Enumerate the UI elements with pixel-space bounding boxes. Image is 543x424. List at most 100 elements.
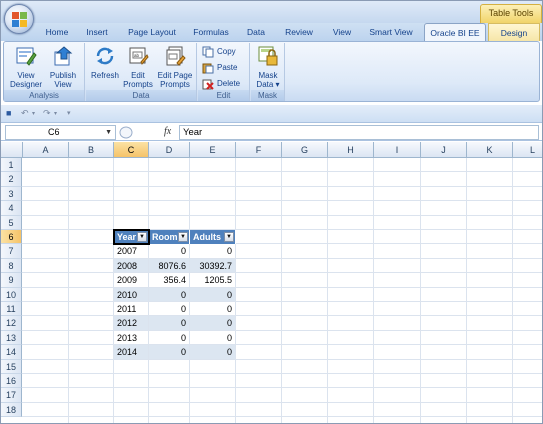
row-header-15[interactable]: 15 bbox=[1, 360, 22, 374]
column-header-c[interactable]: C bbox=[114, 142, 149, 158]
table-header-room[interactable]: Room ▼ bbox=[149, 230, 190, 244]
name-box-dropdown-icon[interactable]: ▼ bbox=[105, 126, 112, 139]
copy-button[interactable]: Copy bbox=[202, 45, 236, 59]
column-header-g[interactable]: G bbox=[282, 142, 328, 158]
table-cell-adults[interactable]: 0 bbox=[190, 331, 235, 344]
table-cell-year[interactable]: 2013 bbox=[114, 331, 148, 344]
table-cell-year[interactable]: 2008 bbox=[114, 259, 148, 272]
table-cell-adults[interactable]: 0 bbox=[190, 345, 235, 359]
name-box[interactable]: C6 ▼ bbox=[5, 125, 116, 140]
table-header-year[interactable]: Year ▼ bbox=[114, 230, 149, 244]
column-header-i[interactable]: I bbox=[374, 142, 421, 158]
row-header-12[interactable]: 12 bbox=[1, 316, 22, 331]
table-cell-room[interactable]: 0 bbox=[149, 316, 189, 330]
table-cell-year[interactable]: 2007 bbox=[114, 244, 148, 258]
tab-formulas[interactable]: Formulas bbox=[191, 23, 231, 41]
undo-dropdown-icon[interactable]: ▾ bbox=[32, 110, 35, 117]
table-cell-adults[interactable]: 0 bbox=[190, 288, 235, 301]
customize-toolbar-icon[interactable]: ▾ bbox=[67, 109, 71, 117]
row-header-13[interactable]: 13 bbox=[1, 331, 22, 345]
formula-bar: C6 ▼ fx Year bbox=[1, 124, 542, 141]
table-cell-room[interactable]: 0 bbox=[149, 302, 189, 315]
row-header-1[interactable]: 1 bbox=[1, 158, 22, 172]
tab-design[interactable]: Design bbox=[488, 23, 540, 41]
table-header-adults[interactable]: Adults ▼ bbox=[190, 230, 236, 244]
save-icon[interactable]: ■ bbox=[6, 108, 11, 118]
table-cell-adults[interactable]: 0 bbox=[190, 316, 235, 330]
edit-page-prompts-button[interactable]: Edit Page Prompts bbox=[156, 45, 194, 89]
row-gridline bbox=[22, 229, 542, 230]
table-cell-year[interactable]: 2011 bbox=[114, 302, 148, 315]
worksheet-grid[interactable]: ABCDEFGHIJKL 1 2 3 4 5 6 7 8 9 10 11 12 13 14 15 16 17 18… bbox=[1, 142, 542, 423]
column-header-e[interactable]: E bbox=[190, 142, 236, 158]
table-cell-year[interactable]: 2012 bbox=[114, 316, 148, 330]
column-header-d[interactable]: D bbox=[149, 142, 190, 158]
row-header-5[interactable]: 5 bbox=[1, 216, 22, 230]
tab-oracle-bi-ee[interactable]: Oracle BI EE bbox=[424, 23, 486, 42]
redo-icon[interactable]: ↷ bbox=[43, 108, 51, 119]
delete-button[interactable]: Delete bbox=[202, 77, 240, 91]
row-header-6[interactable]: 6 bbox=[1, 230, 22, 244]
column-header-j[interactable]: J bbox=[421, 142, 467, 158]
filter-dropdown-icon[interactable]: ▼ bbox=[137, 232, 147, 242]
row-header-4[interactable]: 4 bbox=[1, 201, 22, 216]
row-header-14[interactable]: 14 bbox=[1, 345, 22, 360]
tab-insert[interactable]: Insert bbox=[81, 23, 113, 41]
filter-dropdown-icon[interactable]: ▼ bbox=[178, 232, 188, 242]
column-header-h[interactable]: H bbox=[328, 142, 374, 158]
table-cell-year[interactable]: 2009 bbox=[114, 273, 148, 287]
tab-review[interactable]: Review bbox=[281, 23, 317, 41]
collapse-handle-icon[interactable] bbox=[119, 126, 133, 139]
undo-icon[interactable]: ↶ bbox=[21, 108, 29, 119]
publish-view-button[interactable]: Publish View bbox=[45, 45, 81, 89]
table-cell-room[interactable]: 0 bbox=[149, 331, 189, 344]
table-cell-room[interactable]: 8076.6 bbox=[149, 259, 189, 272]
row-header-16[interactable]: 16 bbox=[1, 374, 22, 388]
edit-prompts-button[interactable]: ab Edit Prompts bbox=[122, 45, 154, 89]
redo-dropdown-icon[interactable]: ▾ bbox=[54, 110, 57, 117]
tab-data[interactable]: Data bbox=[244, 23, 268, 41]
insert-function-button[interactable]: fx bbox=[164, 126, 171, 137]
row-header-9[interactable]: 9 bbox=[1, 273, 22, 288]
select-all-corner[interactable] bbox=[1, 142, 23, 158]
refresh-button[interactable]: Refresh bbox=[89, 45, 121, 80]
table-cell-adults[interactable]: 1205.5 bbox=[190, 273, 235, 287]
column-header-a[interactable]: A bbox=[23, 142, 69, 158]
table-cell-room[interactable]: 0 bbox=[149, 345, 189, 359]
row-header-8[interactable]: 8 bbox=[1, 259, 22, 273]
column-header-l[interactable]: L bbox=[513, 142, 542, 158]
row-header-18[interactable]: 18 bbox=[1, 403, 22, 417]
table-cell-room[interactable]: 356.4 bbox=[149, 273, 189, 287]
table-cell-room[interactable]: 0 bbox=[149, 288, 189, 301]
formula-input[interactable]: Year bbox=[179, 125, 539, 140]
paste-button[interactable]: Paste bbox=[202, 61, 237, 75]
row-header-3[interactable]: 3 bbox=[1, 187, 22, 201]
tab-home[interactable]: Home bbox=[42, 23, 72, 41]
table-cell-year[interactable]: 2010 bbox=[114, 288, 148, 301]
column-header-f[interactable]: F bbox=[236, 142, 282, 158]
tab-page-layout[interactable]: Page Layout bbox=[125, 23, 179, 41]
office-button[interactable] bbox=[4, 4, 34, 34]
table-cell-adults[interactable]: 30392.7 bbox=[190, 259, 235, 272]
column-header-b[interactable]: B bbox=[69, 142, 114, 158]
analysis-group: View Designer Publish View Analysis bbox=[4, 43, 85, 101]
filter-dropdown-icon[interactable]: ▼ bbox=[224, 232, 234, 242]
row-header-2[interactable]: 2 bbox=[1, 172, 22, 187]
mask-data-label-1: Mask bbox=[258, 71, 278, 80]
row-header-7[interactable]: 7 bbox=[1, 244, 22, 259]
row-gridline bbox=[22, 416, 542, 417]
row-header-10[interactable]: 10 bbox=[1, 288, 22, 302]
row-header-11[interactable]: 11 bbox=[1, 302, 22, 316]
column-header-k[interactable]: K bbox=[467, 142, 513, 158]
mask-data-button[interactable]: Mask Data ▾ bbox=[253, 45, 283, 89]
view-designer-button[interactable]: View Designer bbox=[7, 45, 45, 89]
table-cell-adults[interactable]: 0 bbox=[190, 244, 235, 258]
delete-icon bbox=[202, 79, 214, 90]
quick-access-toolbar: ■ ↶ ▾ ↷ ▾ ▾ bbox=[1, 105, 542, 123]
table-cell-room[interactable]: 0 bbox=[149, 244, 189, 258]
table-cell-adults[interactable]: 0 bbox=[190, 302, 235, 315]
row-header-17[interactable]: 17 bbox=[1, 388, 22, 403]
tab-view[interactable]: View bbox=[329, 23, 355, 41]
tab-smart-view[interactable]: Smart View bbox=[367, 23, 415, 41]
table-cell-year[interactable]: 2014 bbox=[114, 345, 148, 359]
